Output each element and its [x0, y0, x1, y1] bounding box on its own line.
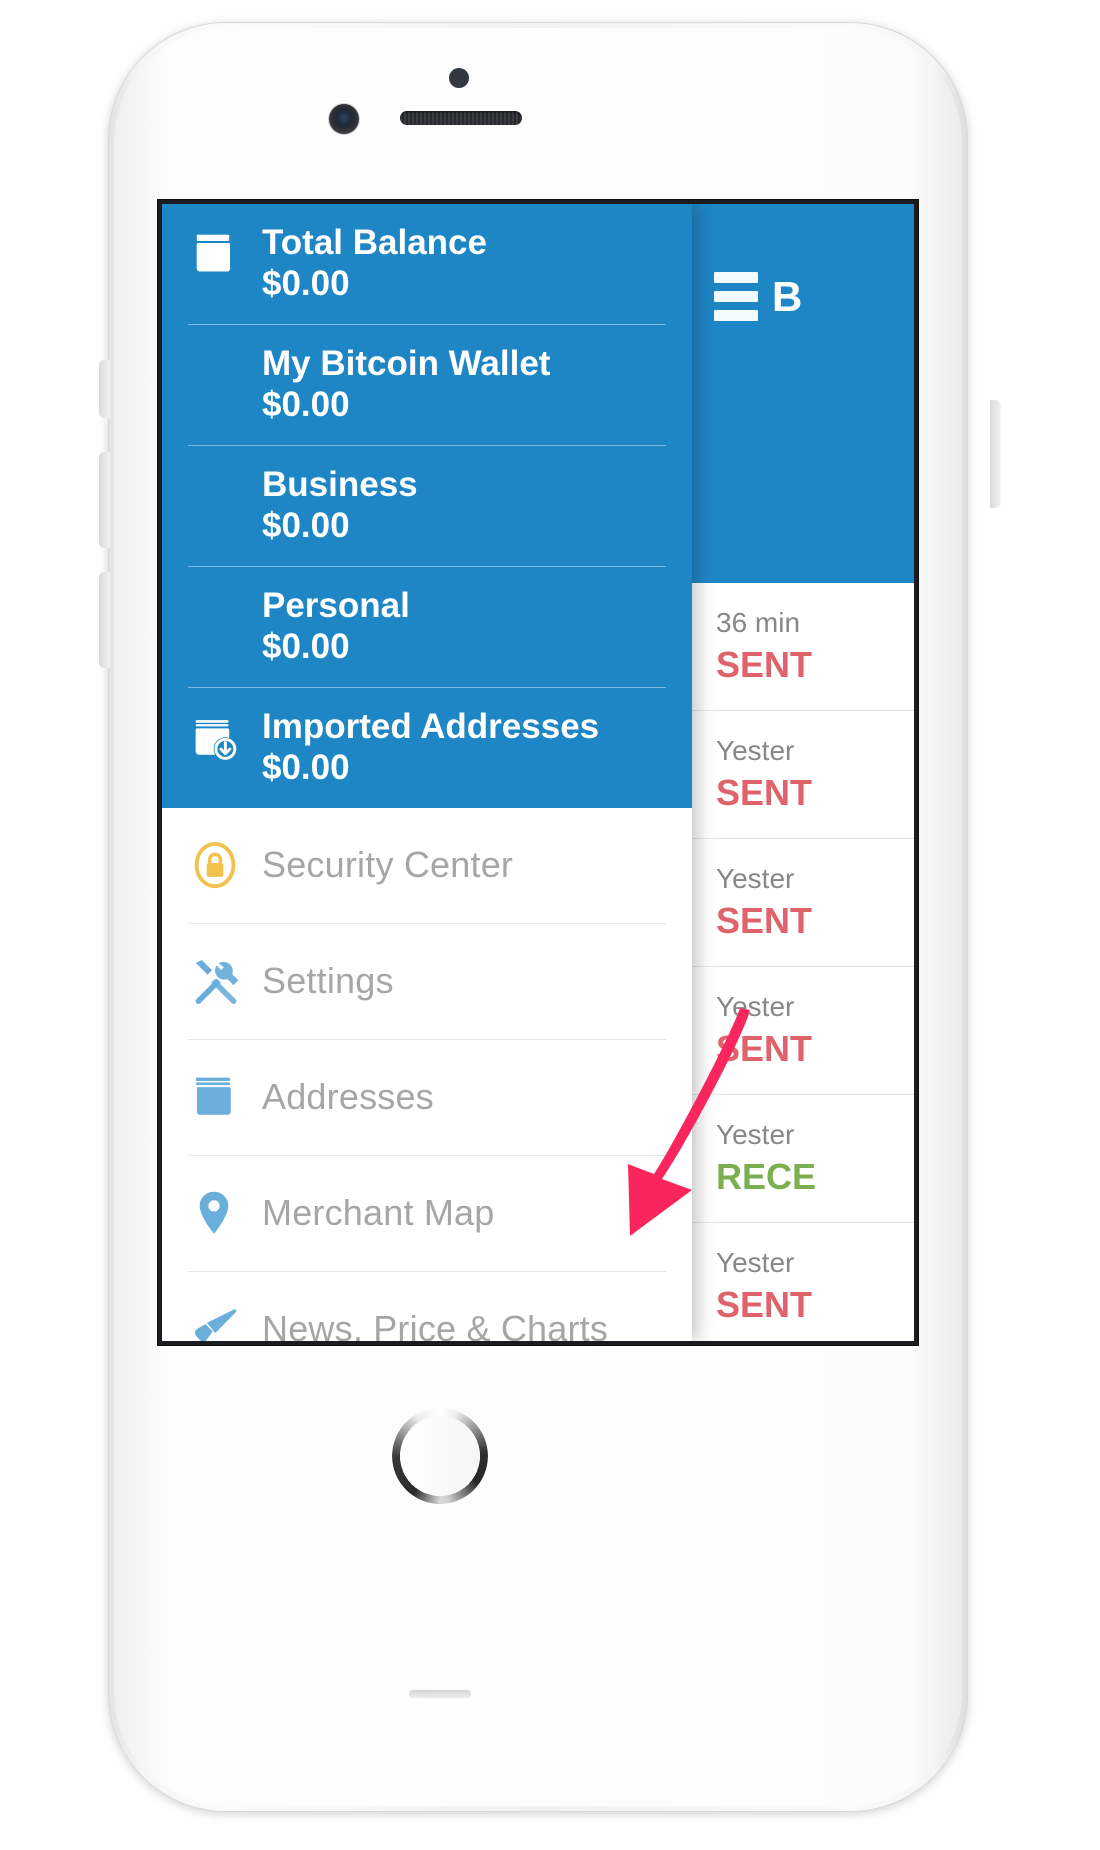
transaction-time: Yester	[716, 991, 795, 1022]
wallet-amount: $0.00	[262, 748, 350, 788]
sidebar-item-addresses[interactable]: Addresses	[188, 1040, 666, 1156]
transaction-status: RECE	[716, 1156, 817, 1197]
home-button[interactable]	[392, 1408, 488, 1504]
map-pin-icon	[188, 1187, 262, 1239]
bottom-speaker-icon	[409, 1690, 471, 1698]
table-row[interactable]: 36 min SENT	[692, 583, 914, 711]
sidebar-item-label: News, Price & Charts	[262, 1308, 609, 1341]
sidebar-item-label: Security Center	[262, 844, 514, 886]
mute-switch[interactable]	[99, 360, 110, 418]
hamburger-icon[interactable]	[714, 272, 758, 321]
book-icon	[188, 1070, 262, 1124]
wallet-amount: $0.00	[262, 627, 350, 667]
wallet-item-imported-addresses[interactable]: Imported Addresses $0.00	[188, 686, 666, 808]
table-row[interactable]: Yester SENT	[692, 1223, 914, 1341]
transaction-list[interactable]: 36 min SENT Yester SENT Yester SENT Yest…	[692, 583, 914, 1341]
table-row[interactable]: Yester SENT	[692, 967, 914, 1095]
wallet-icon-placeholder	[188, 464, 262, 470]
wallet-item-personal[interactable]: Personal $0.00	[188, 565, 666, 687]
wallet-name: Total Balance	[262, 223, 487, 262]
transaction-time: 36 min	[716, 607, 801, 638]
wallet-list: Total Balance $0.00 My Bitcoin Wallet $0…	[162, 204, 692, 808]
wallet-item-business[interactable]: Business $0.00	[188, 444, 666, 566]
transaction-status: SENT	[716, 900, 813, 941]
wallet-icon-placeholder	[188, 585, 262, 591]
power-button[interactable]	[990, 400, 1001, 508]
wallet-name: Personal	[262, 585, 410, 625]
sidebar-item-security-center[interactable]: Security Center	[188, 808, 666, 924]
transaction-time: Yester	[716, 735, 795, 766]
sidebar-item-merchant-map[interactable]: Merchant Map	[188, 1156, 666, 1272]
lock-circle-icon	[188, 838, 262, 892]
earpiece-speaker-icon	[400, 111, 522, 125]
volume-up-button[interactable]	[99, 452, 110, 548]
wallet-name: My Bitcoin Wallet	[262, 343, 551, 383]
transaction-time: Yester	[716, 1247, 795, 1278]
app-title: B	[772, 272, 803, 320]
wallet-name: Imported Addresses	[262, 706, 600, 746]
wallet-item-total-balance[interactable]: Total Balance $0.00	[188, 204, 666, 324]
table-row[interactable]: Yester SENT	[692, 839, 914, 967]
transaction-time: Yester	[716, 863, 795, 894]
wallet-amount: $0.00	[262, 264, 350, 304]
transaction-status: SENT	[716, 1284, 813, 1325]
transaction-status: SENT	[716, 772, 813, 813]
volume-down-button[interactable]	[99, 572, 110, 668]
sidebar-item-label: Merchant Map	[262, 1192, 495, 1234]
wallet-amount: $0.00	[262, 506, 350, 546]
wallet-name: Business	[262, 464, 418, 504]
front-camera-icon	[329, 104, 359, 134]
navigation-drawer: Total Balance $0.00 My Bitcoin Wallet $0…	[162, 204, 692, 1341]
sidebar-item-label: Settings	[262, 960, 394, 1002]
sidebar-item-news-price-charts[interactable]: News, Price & Charts	[188, 1272, 666, 1341]
table-row[interactable]: Yester SENT	[692, 711, 914, 839]
transaction-status: SENT	[716, 1028, 813, 1069]
book-download-icon	[188, 706, 262, 766]
wallet-amount: $0.00	[262, 385, 350, 425]
table-row[interactable]: Yester RECE	[692, 1095, 914, 1223]
phone-screen: B 36 min SENT Yester SENT Yester SENT Ye…	[162, 204, 914, 1341]
transaction-status: SENT	[716, 644, 813, 685]
tools-icon	[188, 953, 262, 1009]
wallet-item-my-bitcoin-wallet[interactable]: My Bitcoin Wallet $0.00	[188, 323, 666, 445]
sidebar-item-label: Addresses	[262, 1076, 434, 1118]
drawer-menu-list: Security Center Settings Addresses Merch…	[162, 807, 692, 1341]
sidebar-item-settings[interactable]: Settings	[188, 924, 666, 1040]
transaction-time: Yester	[716, 1119, 795, 1150]
megaphone-icon	[188, 1301, 262, 1341]
wallet-icon-placeholder	[188, 343, 262, 349]
app-top-bar-row: B	[714, 272, 803, 321]
proximity-sensor-icon	[449, 68, 469, 88]
book-icon	[188, 222, 262, 280]
